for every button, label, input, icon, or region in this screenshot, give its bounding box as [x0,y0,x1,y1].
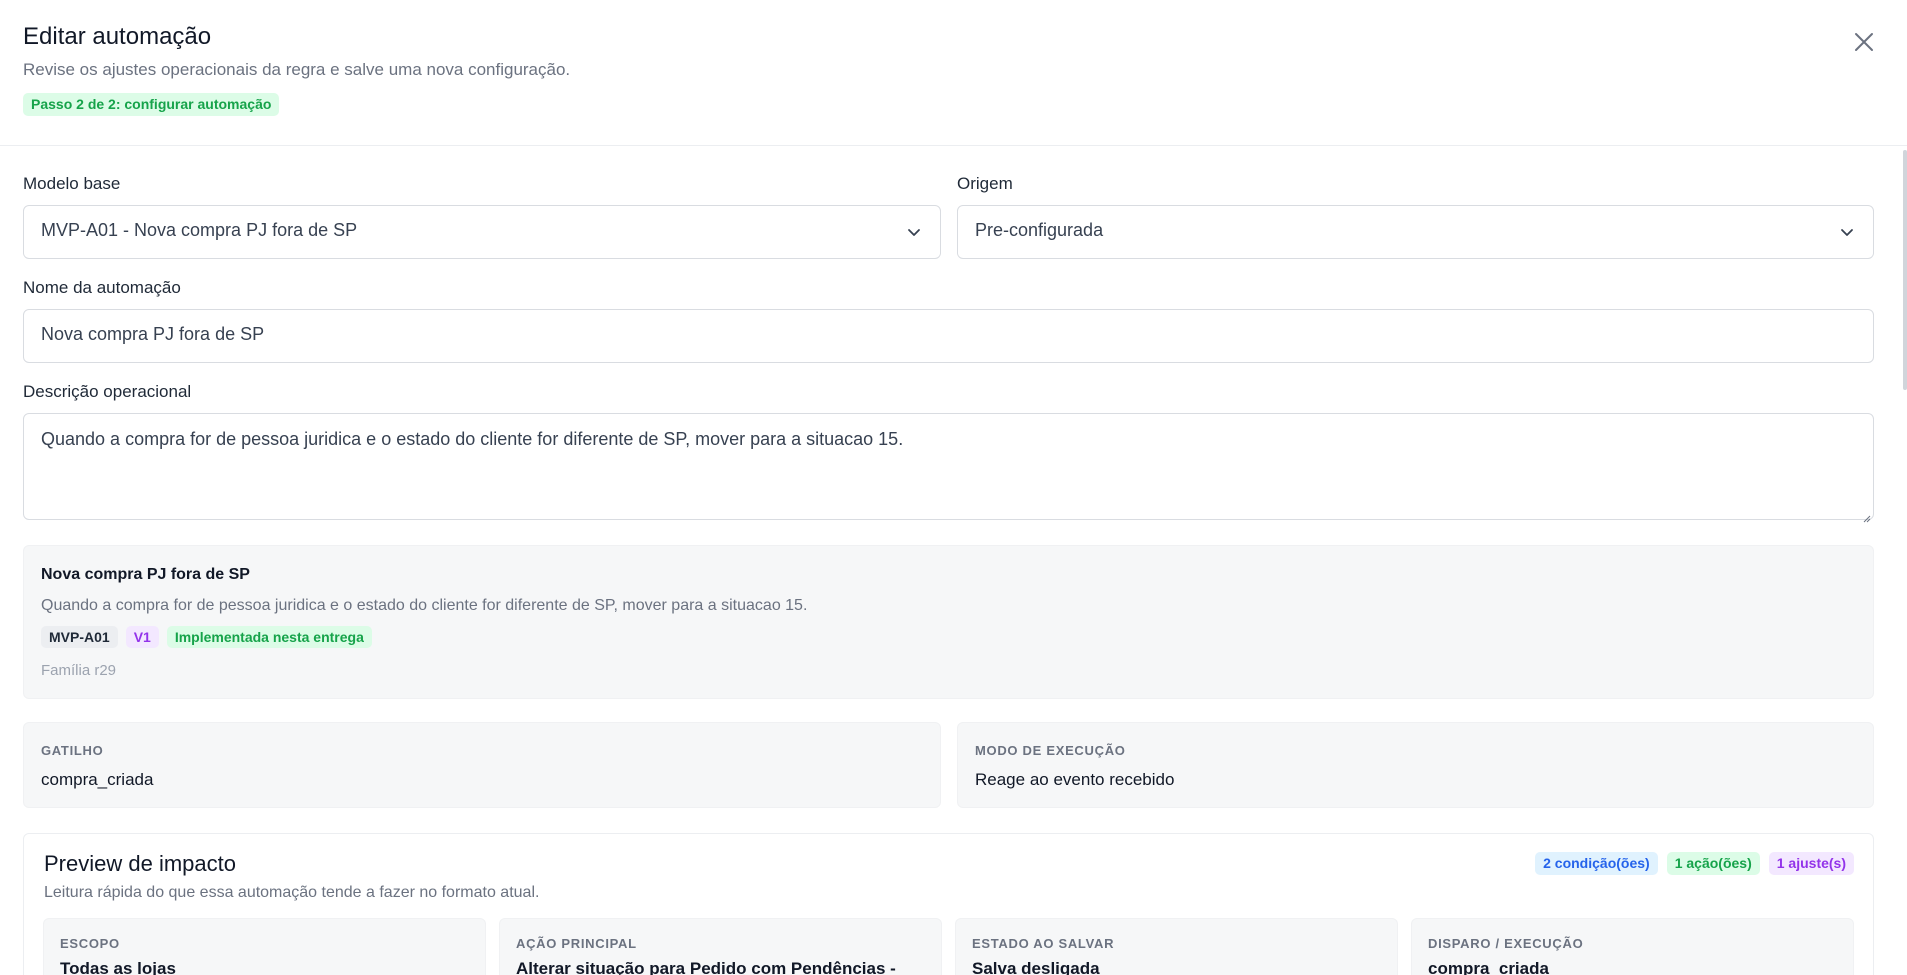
status-tag: Implementada nesta entrega [166,626,372,648]
descricao-label: Descrição operacional [23,382,192,401]
disparo-execucao-card: DISPARO / EXECUÇÃO compra_criada [1411,918,1854,975]
dialog-title: Editar automação [23,23,212,50]
disparo-execucao-label: DISPARO / EXECUÇÃO [1428,936,1584,951]
preview-title: Preview de impacto [44,851,236,876]
adjustments-badge: 1 ajuste(s) [1768,852,1854,875]
escopo-label: ESCOPO [60,936,120,951]
gatilho-label: GATILHO [41,743,104,758]
modo-execucao-card: MODO DE EXECUÇÃO Reage ao evento recebid… [957,722,1874,808]
actions-badge: 1 ação(ões) [1666,852,1760,875]
acao-principal-value: Alterar situação para Pedido com Pendênc… [516,959,896,975]
modo-execucao-label: MODO DE EXECUÇÃO [975,743,1126,758]
resize-handle-icon[interactable] [1861,507,1871,523]
summary-family: Família r29 [41,662,117,679]
estado-salvar-card: ESTADO AO SALVAR Salva desligada [955,918,1398,975]
close-button[interactable] [1850,28,1878,56]
dialog-subtitle: Revise os ajustes operacionais da regra … [23,60,571,79]
modelo-base-label: Modelo base [23,174,121,193]
chevron-down-icon [1838,223,1856,241]
disparo-execucao-value: compra_criada [1428,959,1549,975]
acao-principal-label: AÇÃO PRINCIPAL [516,936,637,951]
modelo-base-select[interactable]: MVP-A01 - Nova compra PJ fora de SP [23,205,941,259]
preview-badges: 2 condição(ões) 1 ação(ões) 1 ajuste(s) [1535,852,1854,875]
preview-subtitle: Leitura rápida do que essa automação ten… [44,884,540,901]
dialog-header: Editar automação Revise os ajustes opera… [0,0,1907,146]
modelo-base-value: MVP-A01 - Nova compra PJ fora de SP [41,220,358,240]
chevron-down-icon [905,223,923,241]
modo-execucao-value: Reage ao evento recebido [975,770,1175,789]
origem-label: Origem [957,174,1013,193]
gatilho-card: GATILHO compra_criada [23,722,941,808]
acao-principal-card: AÇÃO PRINCIPAL Alterar situação para Ped… [499,918,942,975]
summary-tags: MVP-A01 V1 Implementada nesta entrega [41,626,372,648]
nome-input[interactable]: Nova compra PJ fora de SP [23,309,1874,363]
automation-summary-card: Nova compra PJ fora de SP Quando a compr… [23,545,1874,699]
close-icon [1850,28,1878,56]
origem-value: Pre-configurada [975,220,1104,240]
estado-salvar-value: Salva desligada [972,959,1100,975]
step-badge: Passo 2 de 2: configurar automação [23,93,280,116]
conditions-badge: 2 condição(ões) [1535,852,1658,875]
nome-value: Nova compra PJ fora de SP [41,324,265,344]
code-tag: MVP-A01 [41,626,118,648]
gatilho-value: compra_criada [41,770,154,789]
estado-salvar-label: ESTADO AO SALVAR [972,936,1115,951]
preview-impacto-panel: Preview de impacto Leitura rápida do que… [23,833,1874,975]
origem-select[interactable]: Pre-configurada [957,205,1874,259]
escopo-value: Todas as lojas [60,959,176,975]
summary-title: Nova compra PJ fora de SP [41,566,250,583]
nome-label: Nome da automação [23,278,181,297]
descricao-textarea[interactable]: Quando a compra for de pessoa juridica e… [23,413,1874,523]
descricao-value: Quando a compra for de pessoa juridica e… [41,429,904,449]
summary-description: Quando a compra for de pessoa juridica e… [41,597,808,614]
version-tag: V1 [125,626,159,648]
escopo-card: ESCOPO Todas as lojas [43,918,486,975]
scrollbar[interactable] [1903,150,1907,390]
